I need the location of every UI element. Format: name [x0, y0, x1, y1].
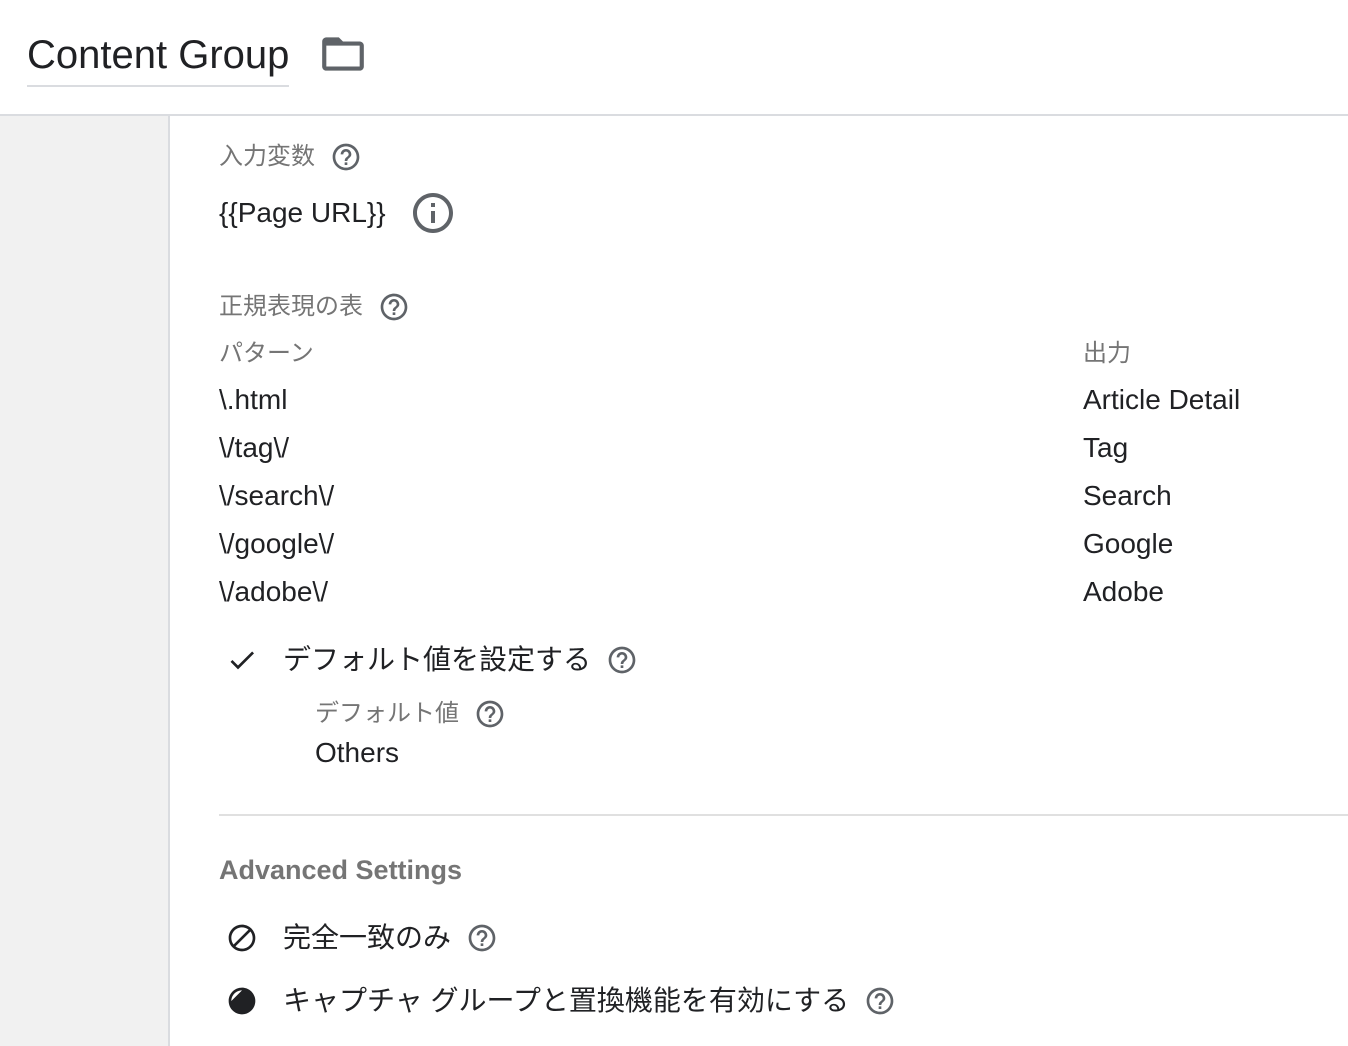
column-header-output: 出力 [1083, 340, 1131, 367]
output-cell: Article Detail [1083, 384, 1241, 415]
table-row: \/google\/ Google [219, 520, 1348, 568]
pattern-cell: \/search\/ [219, 480, 335, 511]
output-cell: Google [1083, 528, 1174, 559]
input-variable-label-row: 入力変数 [219, 141, 362, 173]
variable-name-field[interactable]: Content Group [27, 31, 290, 87]
set-default-value-row: デフォルト値を設定する [226, 640, 638, 680]
table-row: \/adobe\/ Adobe [219, 568, 1348, 616]
regex-table-label-row: 正規表現の表 [219, 291, 410, 323]
check-icon [226, 644, 258, 676]
left-sidebar [0, 116, 170, 1046]
output-cell: Adobe [1083, 576, 1164, 607]
variable-configuration-panel[interactable]: 入力変数 {{Page URL}} 正規表現の表 パターン 出力 \.html … [170, 116, 1348, 1046]
pattern-cell: \.html [219, 384, 288, 415]
input-variable-value: {{Page URL}} [219, 197, 386, 228]
input-variable-label: 入力変数 [219, 143, 315, 170]
default-value-row: Others [315, 733, 399, 773]
full-match-option-row: 完全一致のみ [226, 918, 498, 958]
folder-icon[interactable] [318, 29, 368, 79]
help-icon[interactable] [466, 922, 498, 954]
pattern-cell: \/adobe\/ [219, 576, 328, 607]
table-header-row: パターン 出力 [219, 338, 1348, 370]
help-icon[interactable] [378, 291, 410, 323]
help-icon[interactable] [330, 141, 362, 173]
block-icon [226, 922, 258, 954]
table-row: \/tag\/ Tag [219, 424, 1348, 472]
output-cell: Tag [1083, 432, 1129, 463]
section-divider [219, 814, 1348, 816]
help-icon[interactable] [474, 698, 506, 730]
output-cell: Search [1083, 480, 1172, 511]
info-icon[interactable] [409, 189, 457, 237]
variable-header: Content Group [0, 0, 1348, 116]
block-icon [226, 985, 258, 1017]
advanced-settings-heading: Advanced Settings [219, 855, 463, 885]
column-header-pattern: パターン [219, 340, 314, 367]
capture-groups-option-label: キャプチャ グループと置換機能を有効にする [283, 985, 850, 1016]
advanced-settings-heading-row: Advanced Settings [219, 850, 462, 890]
input-variable-value-row: {{Page URL}} [219, 189, 457, 237]
regex-table: パターン 出力 \.html Article Detail \/tag\/ Ta… [219, 338, 1348, 616]
table-row: \.html Article Detail [219, 376, 1348, 424]
default-value-label-row: デフォルト値 [315, 698, 506, 730]
set-default-value-label: デフォルト値を設定する [283, 644, 592, 675]
full-match-option-label: 完全一致のみ [283, 922, 452, 953]
capture-groups-option-row: キャプチャ グループと置換機能を有効にする [226, 981, 896, 1021]
help-icon[interactable] [606, 644, 638, 676]
pattern-cell: \/google\/ [219, 528, 335, 559]
default-value: Others [315, 737, 400, 768]
regex-table-label: 正規表現の表 [219, 293, 363, 320]
default-value-label: デフォルト値 [315, 700, 459, 727]
pattern-cell: \/tag\/ [219, 432, 290, 463]
help-icon[interactable] [864, 985, 896, 1017]
table-row: \/search\/ Search [219, 472, 1348, 520]
